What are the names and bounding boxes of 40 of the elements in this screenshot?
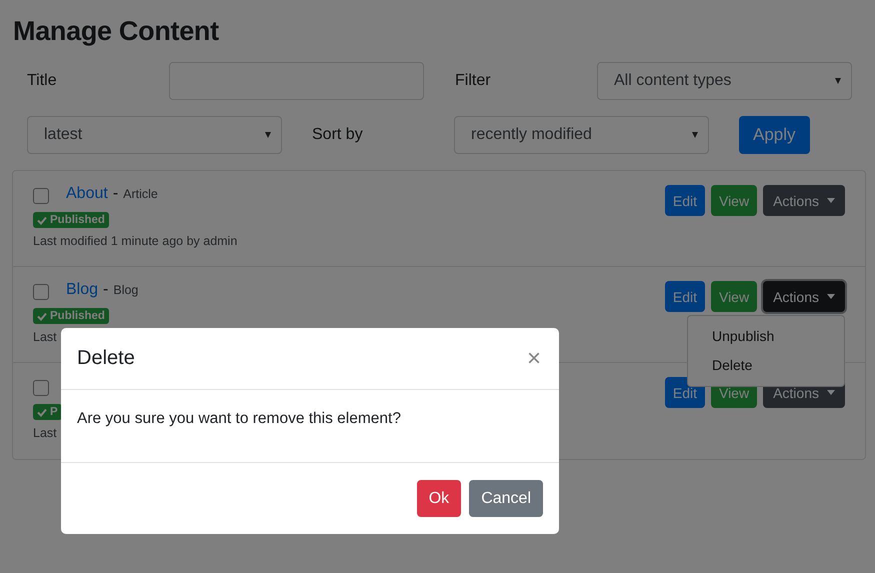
content-title-link[interactable]: About xyxy=(66,185,108,203)
sort-by-label: Sort by xyxy=(312,126,364,144)
status-badge: Published xyxy=(33,212,109,228)
modified-text: Last xyxy=(33,426,57,440)
modified-text: Last modified 1 minute ago by admin xyxy=(33,234,238,248)
order-select[interactable]: latest xyxy=(27,116,282,154)
checkbox[interactable] xyxy=(33,284,49,300)
actions-button[interactable]: Actions xyxy=(763,185,845,216)
dropdown-arrow-icon xyxy=(835,78,841,84)
menu-item[interactable]: Unpublish xyxy=(688,322,844,351)
dropdown-arrow-icon xyxy=(265,132,271,138)
separator-text: - xyxy=(103,281,108,299)
dialog-title: Delete xyxy=(77,347,135,370)
checkbox[interactable] xyxy=(33,380,49,396)
dropdown-arrow-icon xyxy=(692,132,698,138)
edit-button[interactable]: Edit xyxy=(664,185,705,216)
checkbox[interactable] xyxy=(33,188,49,204)
close-button[interactable]: × xyxy=(524,346,543,370)
filter-label: Filter xyxy=(455,72,492,90)
ok-button[interactable]: Ok xyxy=(416,480,462,517)
view-button[interactable]: View xyxy=(710,281,758,312)
separator-text: - xyxy=(112,185,118,203)
content-title-link[interactable]: Blog xyxy=(66,281,98,299)
content-type-text: Blog xyxy=(113,283,138,297)
menu-item[interactable]: Delete xyxy=(688,351,844,380)
edit-button[interactable]: Edit xyxy=(664,281,705,312)
content-type-select[interactable]: All content types xyxy=(597,62,852,100)
view-button[interactable]: View xyxy=(710,185,758,216)
actions-button[interactable]: Actions xyxy=(763,281,845,312)
title-field[interactable] xyxy=(169,62,424,100)
status-badge: P xyxy=(33,404,62,420)
sort-select[interactable]: recently modified xyxy=(454,116,709,154)
content-type-text: Article xyxy=(123,187,158,201)
page-title: Manage Content xyxy=(13,15,219,48)
apply-button[interactable]: Apply xyxy=(739,116,810,154)
dialog-message: Are you sure you want to remove this element? xyxy=(77,410,401,427)
title-label: Title xyxy=(27,72,58,90)
modified-text: Last xyxy=(33,330,57,344)
cancel-button[interactable]: Cancel xyxy=(469,480,543,517)
status-badge: Published xyxy=(33,308,109,324)
